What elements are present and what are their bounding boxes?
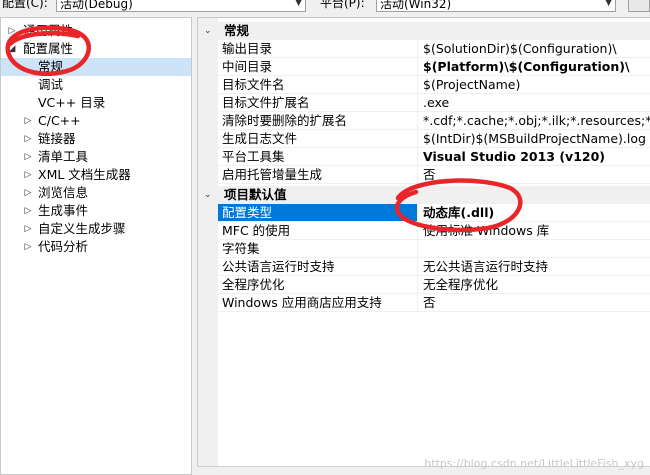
property-name: 中间目录	[218, 58, 418, 75]
property-row-configuration-type[interactable]: 配置类型 动态库(.dll)	[218, 204, 650, 222]
property-row-managed-incremental[interactable]: 启用托管增量生成 否	[218, 166, 650, 184]
tree-item-label: 调试	[38, 77, 64, 92]
tree-item-label: 浏览信息	[38, 185, 89, 200]
expand-icon[interactable]: ▷	[23, 238, 33, 256]
property-value[interactable]: *.cdf;*.cache;*.obj;*.ilk;*.resources;*.…	[419, 112, 650, 129]
property-row-clr-support[interactable]: 公共语言运行时支持 无公共语言运行时支持	[218, 258, 650, 276]
expand-icon[interactable]: ▷	[23, 130, 33, 148]
property-value[interactable]: $(Platform)\$(Configuration)\	[419, 58, 650, 75]
property-name: 全程序优化	[218, 276, 418, 293]
property-row-target-ext[interactable]: 目标文件扩展名 .exe	[218, 94, 650, 112]
tree-item-general[interactable]: 常规	[1, 58, 191, 76]
property-name: 清除时要删除的扩展名	[218, 112, 418, 129]
tree-item-label: VC++ 目录	[38, 95, 106, 110]
property-name: 字符集	[218, 240, 418, 257]
tree-item-label: 自定义生成步骤	[38, 221, 126, 236]
chevron-down-icon: ▼	[605, 0, 612, 8]
property-value[interactable]: 否	[419, 166, 650, 183]
property-tree: ▷ 通用属性 ◢ 配置属性 常规 调试 VC++ 目录 ▷ C/C++ ▷ 链接…	[0, 17, 192, 475]
property-value[interactable]: $(IntDir)$(MSBuildProjectName).log	[419, 130, 650, 147]
tree-item-code-analysis[interactable]: ▷ 代码分析	[1, 238, 191, 256]
tree-item-build-events[interactable]: ▷ 生成事件	[1, 202, 191, 220]
property-value[interactable]: 无全程序优化	[419, 276, 650, 293]
property-name: 平台工具集	[218, 148, 418, 165]
category-general[interactable]: ⌄ 常规	[198, 22, 650, 40]
property-row-character-set[interactable]: 字符集	[218, 240, 650, 258]
tree-item-vc-directories[interactable]: VC++ 目录	[1, 94, 191, 112]
grid-gutter	[198, 18, 218, 475]
platform-label: 平台(P):	[320, 0, 365, 10]
collapse-icon[interactable]: ⌄	[204, 22, 212, 40]
property-name: MFC 的使用	[218, 222, 418, 239]
tree-item-label: 通用属性	[23, 23, 74, 38]
tree-item-linker[interactable]: ▷ 链接器	[1, 130, 191, 148]
tree-item-label: 清单工具	[38, 149, 89, 164]
configuration-value: 活动(Debug)	[60, 0, 133, 11]
property-row-whole-program-opt[interactable]: 全程序优化 无全程序优化	[218, 276, 650, 294]
property-name: 生成日志文件	[218, 130, 418, 147]
property-row-platform-toolset[interactable]: 平台工具集 Visual Studio 2013 (v120)	[218, 148, 650, 166]
category-title: 项目默认值	[224, 187, 287, 202]
property-row-output-dir[interactable]: 输出目录 $(SolutionDir)$(Configuration)\	[218, 40, 650, 58]
tree-item-debugging[interactable]: 调试	[1, 76, 191, 94]
platform-value: 活动(Win32)	[380, 0, 452, 11]
platform-dropdown[interactable]: 活动(Win32) ▼	[376, 0, 616, 12]
property-row-clean-extensions[interactable]: 清除时要删除的扩展名 *.cdf;*.cache;*.obj;*.ilk;*.r…	[218, 112, 650, 130]
configuration-dropdown[interactable]: 活动(Debug) ▼	[56, 0, 306, 12]
tree-item-manifest-tool[interactable]: ▷ 清单工具	[1, 148, 191, 166]
property-value[interactable]: 否	[419, 294, 650, 311]
property-pages-window: { "topbar": { "config_label": "配置(C):", …	[0, 0, 650, 475]
expand-icon[interactable]: ▷	[23, 148, 33, 166]
config-toolbar: 配置(C): 活动(Debug) ▼ 平台(P): 活动(Win32) ▼	[0, 0, 650, 14]
property-row-intermediate-dir[interactable]: 中间目录 $(Platform)\$(Configuration)\	[218, 58, 650, 76]
property-name: 目标文件扩展名	[218, 94, 418, 111]
property-value[interactable]: 使用标准 Windows 库	[419, 222, 650, 239]
expand-icon[interactable]: ▷	[7, 22, 17, 40]
property-name: 配置类型	[218, 204, 418, 221]
property-name: 目标文件名	[218, 76, 418, 93]
property-value[interactable]: $(ProjectName)	[419, 76, 650, 93]
collapse-icon[interactable]: ◢	[7, 40, 17, 58]
expand-icon[interactable]: ▷	[23, 220, 33, 238]
category-project-defaults[interactable]: ⌄ 项目默认值	[198, 186, 650, 204]
property-value[interactable]: Visual Studio 2013 (v120)	[419, 148, 650, 165]
tree-item-label: XML 文档生成器	[38, 167, 131, 182]
tree-item-common-properties[interactable]: ▷ 通用属性	[1, 22, 191, 40]
property-value[interactable]: 无公共语言运行时支持	[419, 258, 650, 275]
property-name: 输出目录	[218, 40, 418, 57]
property-row-mfc-use[interactable]: MFC 的使用 使用标准 Windows 库	[218, 222, 650, 240]
watermark: https://blog.csdn.net/LittleLittleFish_x…	[424, 457, 644, 470]
category-title: 常规	[224, 23, 250, 38]
tree-item-browse-information[interactable]: ▷ 浏览信息	[1, 184, 191, 202]
tree-item-label: 生成事件	[38, 203, 89, 218]
property-value[interactable]: $(SolutionDir)$(Configuration)\	[419, 40, 650, 57]
property-row-target-name[interactable]: 目标文件名 $(ProjectName)	[218, 76, 650, 94]
tree-item-label: 常规	[38, 59, 64, 74]
configuration-manager-button[interactable]	[628, 0, 650, 12]
tree-item-label: 代码分析	[38, 239, 89, 254]
expand-icon[interactable]: ▷	[23, 184, 33, 202]
property-grid: ⌄ 常规 输出目录 $(SolutionDir)$(Configuration)…	[197, 17, 650, 475]
expand-icon[interactable]: ▷	[23, 166, 33, 184]
property-value[interactable]: 动态库(.dll)	[419, 204, 650, 221]
property-value[interactable]: .exe	[419, 94, 650, 111]
property-name: 公共语言运行时支持	[218, 258, 418, 275]
expand-icon[interactable]: ▷	[23, 112, 33, 130]
tree-item-custom-build-step[interactable]: ▷ 自定义生成步骤	[1, 220, 191, 238]
tree-item-label: 配置属性	[23, 41, 74, 56]
collapse-icon[interactable]: ⌄	[204, 186, 212, 204]
tree-item-configuration-properties[interactable]: ◢ 配置属性	[1, 40, 191, 58]
tree-item-xml-doc-generator[interactable]: ▷ XML 文档生成器	[1, 166, 191, 184]
property-row-build-log[interactable]: 生成日志文件 $(IntDir)$(MSBuildProjectName).lo…	[218, 130, 650, 148]
chevron-down-icon: ▼	[295, 0, 302, 8]
expand-icon[interactable]: ▷	[23, 202, 33, 220]
property-value[interactable]	[419, 240, 650, 257]
tree-item-label: 链接器	[38, 131, 76, 146]
property-name: Windows 应用商店应用支持	[218, 294, 418, 311]
tree-item-c-cpp[interactable]: ▷ C/C++	[1, 112, 191, 130]
property-name: 启用托管增量生成	[218, 166, 418, 183]
property-row-store-app-support[interactable]: Windows 应用商店应用支持 否	[218, 294, 650, 312]
tree-item-label: C/C++	[38, 113, 81, 128]
configuration-label: 配置(C):	[2, 0, 48, 10]
